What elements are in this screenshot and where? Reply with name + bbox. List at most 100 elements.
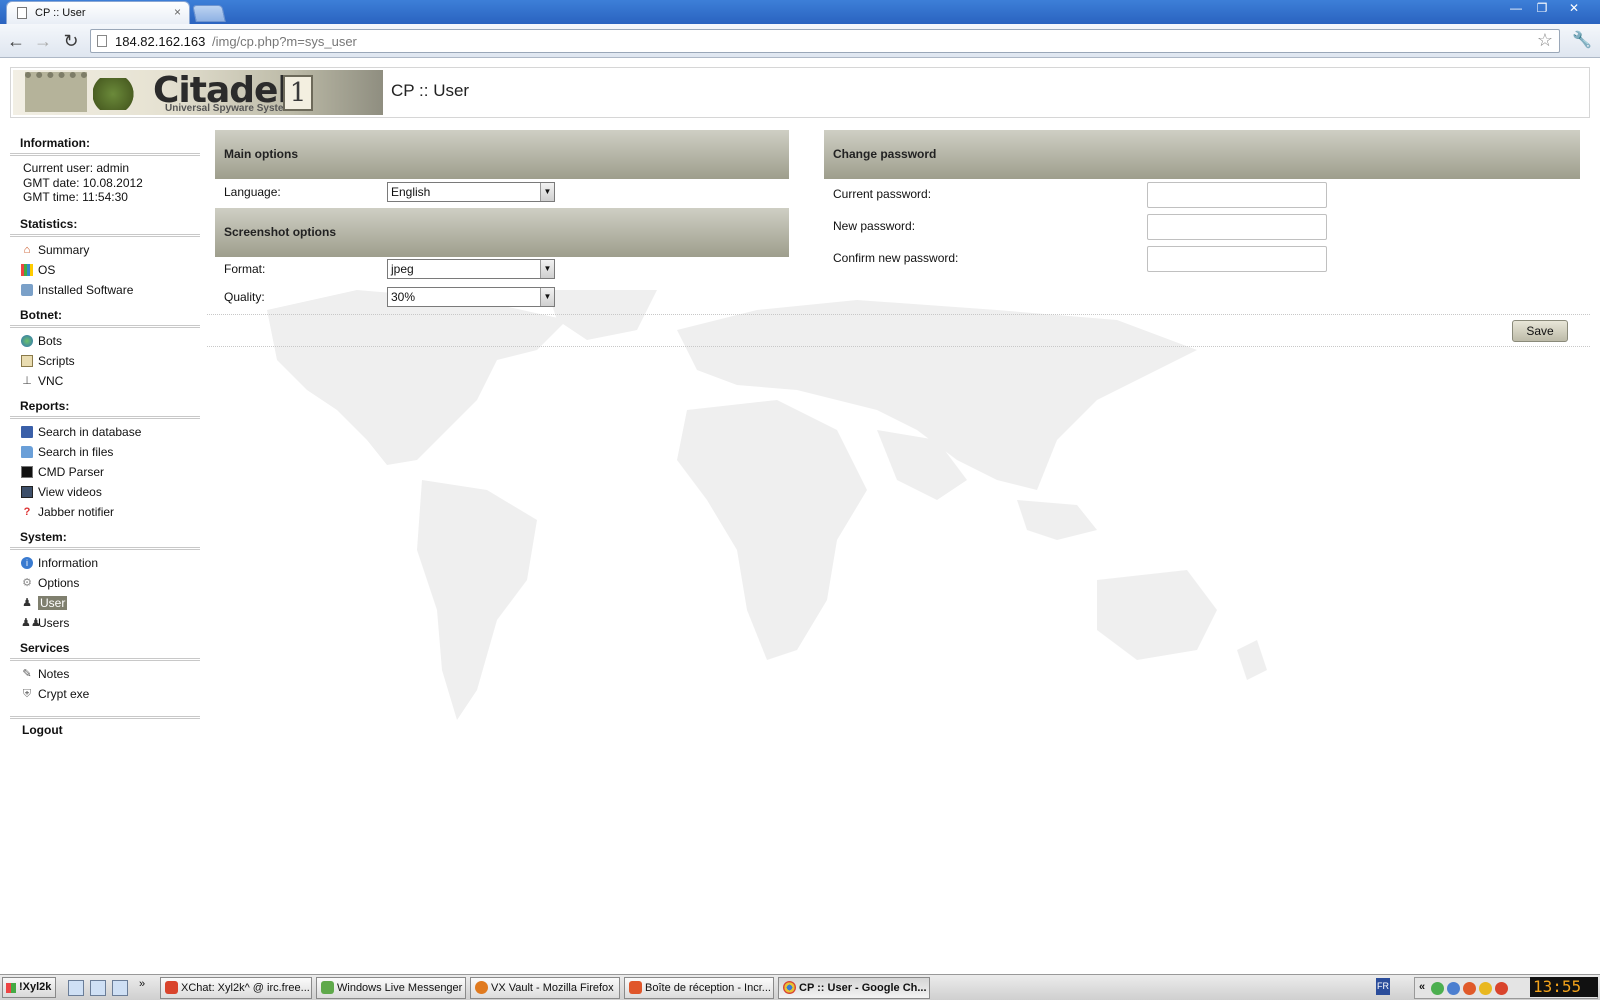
sidebar-item-label: Options [38, 575, 80, 590]
new-password-label: New password: [833, 219, 916, 233]
chrome-icon [783, 981, 796, 994]
mail-icon [629, 981, 642, 994]
language-indicator[interactable]: FR [1376, 978, 1390, 995]
sidebar-item-label: Jabber notifier [38, 504, 115, 519]
sidebar-item-user[interactable]: ♟ User [10, 593, 200, 613]
main-content: Main options Language: English ▼ Screens… [207, 130, 1590, 950]
wrench-icon[interactable]: 🔧 [1572, 30, 1592, 50]
sidebar-item-jabber-notifier[interactable]: ? Jabber notifier [10, 502, 200, 522]
sidebar-item-users[interactable]: ♟♟ Users [10, 613, 200, 633]
citadel-logo: Citadel Universal Spyware System 1 [13, 70, 383, 115]
world-map-background [267, 290, 1267, 720]
jabber-icon: ? [23, 505, 31, 518]
url-path: /img/cp.php?m=sys_user [212, 34, 357, 49]
sidebar-item-scripts[interactable]: Scripts [10, 351, 200, 371]
confirm-password-input[interactable] [1147, 246, 1327, 272]
taskbar-item-label: XChat: Xyl2k^ @ irc.free... [181, 982, 310, 994]
gear-icon: ⚙ [22, 576, 32, 589]
tray-mail-icon[interactable] [1463, 982, 1476, 995]
address-bar[interactable]: 184.82.162.163 /img/cp.php?m=sys_user ☆ [90, 29, 1560, 53]
dropdown-arrow-icon: ▼ [540, 183, 554, 201]
sidebar-item-crypt-exe[interactable]: ⛨ Crypt exe [10, 684, 200, 704]
format-select[interactable]: jpeg ▼ [387, 259, 555, 279]
sidebar-item-label: View videos [38, 484, 102, 499]
minimize-icon[interactable]: — [1504, 1, 1528, 17]
logo-badge: 1 [283, 75, 313, 111]
language-select[interactable]: English ▼ [387, 182, 555, 202]
tab-title: CP :: User [35, 7, 86, 19]
sidebar-item-label: Installed Software [38, 282, 134, 297]
quicklaunch-app-icon[interactable] [112, 980, 128, 996]
quicklaunch-ie-icon[interactable] [68, 980, 84, 996]
dragon-icon [93, 78, 143, 110]
taskbar-item-firefox[interactable]: VX Vault - Mozilla Firefox [470, 977, 620, 999]
sidebar-item-bots[interactable]: Bots [10, 331, 200, 351]
confirm-password-label: Confirm new password: [833, 251, 959, 265]
new-tab-button[interactable] [192, 5, 226, 22]
joystick-icon: ⊥ [22, 374, 32, 387]
bookmark-star-icon[interactable]: ☆ [1537, 30, 1553, 51]
current-password-input[interactable] [1147, 182, 1327, 208]
sidebar-heading-services: Services [10, 635, 200, 661]
logo-subtitle: Universal Spyware System [165, 103, 293, 114]
sidebar-item-vnc[interactable]: ⊥ VNC [10, 371, 200, 391]
castle-icon [25, 72, 87, 112]
browser-titlebar: CP :: User × — ❐ ✕ [0, 0, 1600, 24]
sidebar-item-label: Search in database [38, 424, 142, 439]
sidebar-item-label: Search in files [38, 444, 114, 459]
tray-network-icon[interactable] [1447, 982, 1460, 995]
quicklaunch-desktop-icon[interactable] [90, 980, 106, 996]
form-divider-top [207, 314, 1590, 315]
video-icon [21, 485, 33, 498]
sidebar: Information: Current user: admin GMT dat… [10, 130, 200, 741]
save-button[interactable]: Save [1512, 320, 1568, 342]
dropdown-arrow-icon: ▼ [540, 288, 554, 306]
tray-xchat-icon[interactable] [1495, 982, 1508, 995]
sidebar-item-search-files[interactable]: Search in files [10, 442, 200, 462]
home-icon: ⌂ [23, 243, 31, 256]
logout-link[interactable]: Logout [10, 719, 200, 741]
sidebar-item-label: CMD Parser [38, 464, 105, 479]
tray-shield-icon[interactable] [1431, 982, 1444, 995]
sidebar-heading-information: Information: [10, 130, 200, 156]
current-user: Current user: admin [23, 161, 130, 175]
tray-expand-icon[interactable]: « [1419, 981, 1425, 993]
sidebar-item-notes[interactable]: ✎ Notes [10, 664, 200, 684]
sidebar-item-installed-software[interactable]: Installed Software [10, 280, 200, 300]
tab-close-icon[interactable]: × [174, 5, 181, 19]
browser-tab[interactable]: CP :: User × [6, 1, 190, 24]
forward-icon[interactable]: → [32, 30, 54, 52]
reload-icon[interactable]: ↻ [60, 30, 82, 52]
sidebar-item-information[interactable]: i Information [10, 553, 200, 573]
sidebar-heading-system: System: [10, 524, 200, 550]
sidebar-item-summary[interactable]: ⌂ Summary [10, 240, 200, 260]
taskbar-item-label: Windows Live Messenger [337, 982, 463, 994]
xchat-icon [165, 981, 178, 994]
info-block: Current user: admin GMT date: 10.08.2012… [10, 156, 200, 211]
restore-icon[interactable]: ❐ [1530, 1, 1554, 17]
new-password-input[interactable] [1147, 214, 1327, 240]
back-icon[interactable]: ← [5, 30, 27, 52]
windows-icon [21, 263, 33, 276]
taskbar-item-mail[interactable]: Boîte de réception - Incr... [624, 977, 774, 999]
taskbar-item-chrome[interactable]: CP :: User - Google Ch... [778, 977, 930, 999]
page-icon [17, 7, 27, 19]
taskbar-item-xchat[interactable]: XChat: Xyl2k^ @ irc.free... [160, 977, 312, 999]
sidebar-item-view-videos[interactable]: View videos [10, 482, 200, 502]
page-icon [97, 35, 107, 47]
sidebar-item-cmd-parser[interactable]: CMD Parser [10, 462, 200, 482]
clipboard-icon [21, 354, 33, 367]
folder-icon [21, 445, 33, 458]
tray-app-icon[interactable] [1479, 982, 1492, 995]
screenshot-options-header: Screenshot options [215, 208, 789, 257]
close-window-icon[interactable]: ✕ [1562, 1, 1586, 17]
sidebar-item-search-database[interactable]: Search in database [10, 422, 200, 442]
sidebar-item-options[interactable]: ⚙ Options [10, 573, 200, 593]
sidebar-item-os[interactable]: OS [10, 260, 200, 280]
sidebar-item-label: Summary [38, 242, 90, 257]
quality-select[interactable]: 30% ▼ [387, 287, 555, 307]
format-value: jpeg [391, 262, 414, 276]
quicklaunch-more-icon[interactable]: » [139, 978, 145, 990]
taskbar-item-messenger[interactable]: Windows Live Messenger [316, 977, 466, 999]
start-button[interactable]: !Xyl2k [2, 977, 56, 998]
